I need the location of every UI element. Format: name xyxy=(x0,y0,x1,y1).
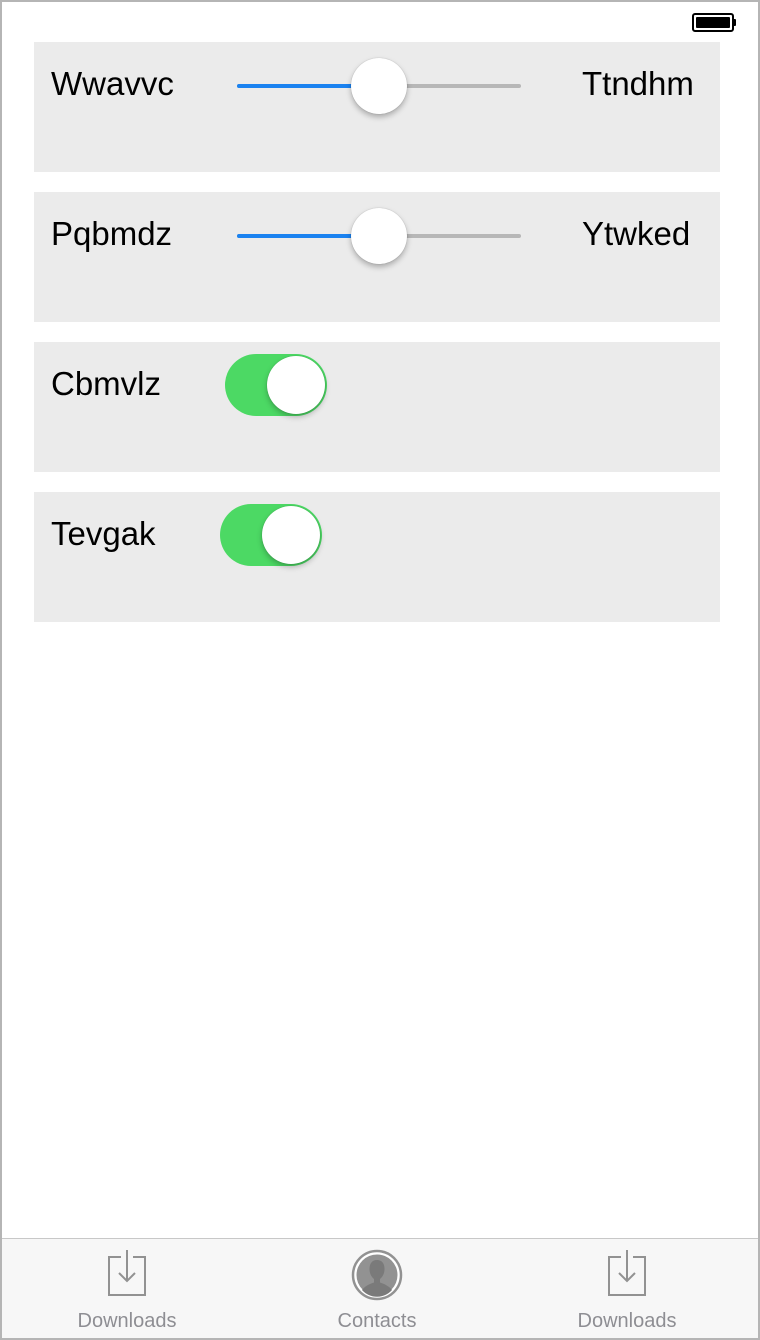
slider-row-pqbmdz: Pqbmdz Ytwked xyxy=(34,192,720,322)
slider-wwavvc[interactable] xyxy=(237,58,521,114)
slider-thumb[interactable] xyxy=(351,58,407,114)
toggle-knob xyxy=(267,356,325,414)
download-icon xyxy=(608,1250,646,1296)
slider-label-right: Ytwked xyxy=(582,215,691,252)
screen: Wwavvc Ttndhm Pqbmdz Ytwked Cbmvlz Tevga… xyxy=(0,0,760,1340)
tab-label: Downloads xyxy=(77,1310,177,1332)
battery-icon xyxy=(692,13,736,32)
slider-label-right: Ttndhm xyxy=(582,65,694,102)
tab-bar: Downloads Contacts Downloads xyxy=(2,1238,758,1338)
tab-label: Contacts xyxy=(337,1310,417,1332)
toggle-switch-tevgak[interactable] xyxy=(220,504,322,566)
tab-contacts[interactable]: Contacts xyxy=(252,1239,502,1338)
tab-label: Downloads xyxy=(577,1310,677,1332)
slider-row-wwavvc: Wwavvc Ttndhm xyxy=(34,42,720,172)
toggle-row-tevgak: Tevgak xyxy=(34,492,720,622)
toggle-row-cbmvlz: Cbmvlz xyxy=(34,342,720,472)
tab-downloads-2[interactable]: Downloads xyxy=(502,1239,752,1338)
toggle-knob xyxy=(262,506,320,564)
toggle-label: Tevgak xyxy=(51,515,156,552)
download-icon xyxy=(108,1250,146,1296)
toggle-switch-cbmvlz[interactable] xyxy=(225,354,327,416)
slider-label-left: Wwavvc xyxy=(51,65,174,102)
tab-downloads[interactable]: Downloads xyxy=(2,1239,252,1338)
toggle-label: Cbmvlz xyxy=(51,365,162,402)
slider-label-left: Pqbmdz xyxy=(51,215,173,252)
contact-icon xyxy=(351,1249,403,1301)
slider-pqbmdz[interactable] xyxy=(237,208,521,264)
slider-thumb[interactable] xyxy=(351,208,407,264)
